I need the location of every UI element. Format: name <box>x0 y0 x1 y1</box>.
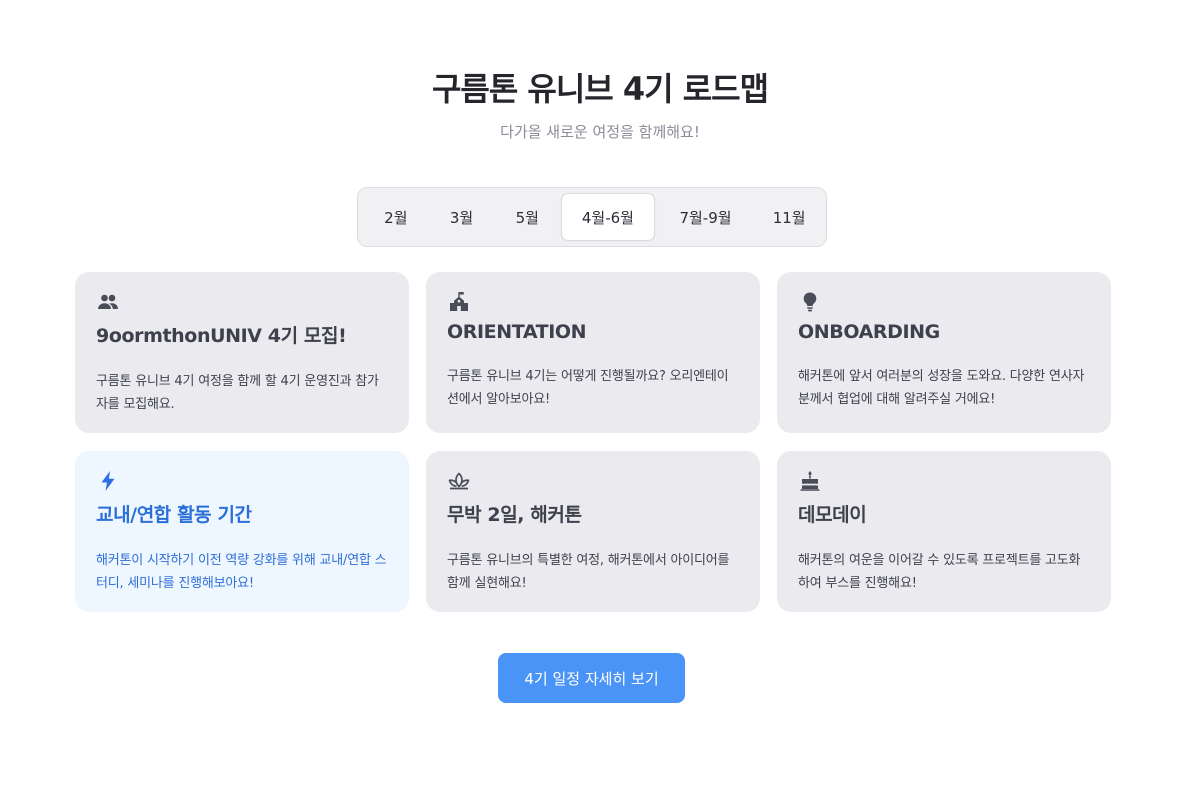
card-description: 구름톤 유니브의 특별한 여정, 해커톤에서 아이디어를 함께 실현해요! <box>447 553 730 591</box>
tab-may[interactable]: 5월 <box>493 193 561 241</box>
card-onboarding: ONBOARDING 해커톤에 앞서 여러분의 성장을 도와요. 다양한 연사자… <box>777 272 1111 433</box>
card-description: 해커톤에 앞서 여러분의 성장을 도와요. 다양한 연사자분께서 협업에 대해 … <box>798 369 1085 407</box>
card-title: 데모데이 <box>798 504 867 526</box>
tab-feb[interactable]: 2월 <box>362 193 430 241</box>
tab-jul-sep[interactable]: 7월-9월 <box>655 193 757 241</box>
tab-mar[interactable]: 3월 <box>430 193 494 241</box>
cake-icon <box>798 469 822 493</box>
lightbulb-icon <box>798 290 822 314</box>
card-hackathon: 무박 2일, 해커톤 구름톤 유니브의 특별한 여정, 해커톤에서 아이디어를 … <box>426 451 760 612</box>
month-tabs: 2월 3월 5월 4월-6월 7월-9월 11월 <box>357 187 827 247</box>
lightning-icon <box>96 469 120 493</box>
card-orientation: ORIENTATION 구름톤 유니브 4기는 어떻게 진행될까요? 오리엔테이… <box>426 272 760 433</box>
tab-apr-jun[interactable]: 4월-6월 <box>561 193 655 241</box>
card-description: 구름톤 유니브 4기는 어떻게 진행될까요? 오리엔테이션에서 알아보아요! <box>447 369 729 407</box>
card-title: ONBOARDING <box>798 321 940 343</box>
people-icon <box>96 290 120 314</box>
card-recruitment: 9oormthonUNIV 4기 모집! 구름톤 유니브 4기 여정을 함께 할… <box>75 272 409 433</box>
card-description: 해커톤의 여운을 이어갈 수 있도록 프로젝트를 고도화하여 부스를 진행해요! <box>798 553 1081 591</box>
card-demoday: 데모데이 해커톤의 여운을 이어갈 수 있도록 프로젝트를 고도화하여 부스를 … <box>777 451 1111 612</box>
schedule-detail-button[interactable]: 4기 일정 자세히 보기 <box>498 653 685 703</box>
tab-nov[interactable]: 11월 <box>756 193 822 241</box>
card-campus-activity: 교내/연합 활동 기간 해커톤이 시작하기 이전 역량 강화를 위해 교내/연합… <box>75 451 409 612</box>
card-description: 구름톤 유니브 4기 여정을 함께 할 4기 운영진과 참가자를 모집해요. <box>96 374 379 412</box>
roadmap-page: 구름톤 유니브 4기 로드맵 다가올 새로운 여정을 함께해요! 2월 3월 5… <box>0 0 1200 791</box>
school-icon <box>447 290 471 314</box>
lotus-icon <box>447 469 471 493</box>
card-title: 교내/연합 활동 기간 <box>96 504 252 526</box>
page-subtitle: 다가올 새로운 여정을 함께해요! <box>500 123 700 141</box>
card-title: ORIENTATION <box>447 321 587 343</box>
card-title: 무박 2일, 해커톤 <box>447 504 582 526</box>
roadmap-card-grid: 9oormthonUNIV 4기 모집! 구름톤 유니브 4기 여정을 함께 할… <box>75 272 1111 612</box>
page-title: 구름톤 유니브 4기 로드맵 <box>431 70 769 108</box>
card-description: 해커톤이 시작하기 이전 역량 강화를 위해 교내/연합 스터디, 세미나를 진… <box>96 553 387 591</box>
card-title: 9oormthonUNIV 4기 모집! <box>96 325 347 347</box>
